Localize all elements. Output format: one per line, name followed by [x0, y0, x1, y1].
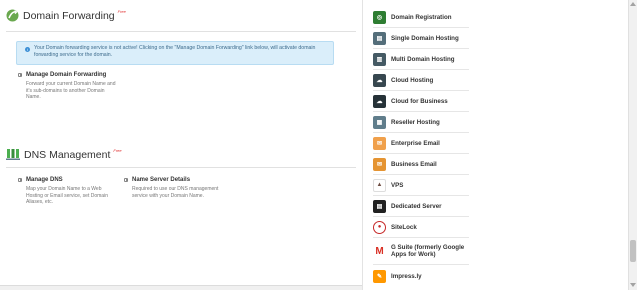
- dedicated-server-icon: ▤: [373, 199, 386, 213]
- vps-icon: ▲: [373, 178, 386, 192]
- horizontal-scrollbar[interactable]: [0, 285, 362, 290]
- scrollbar-thumb[interactable]: [630, 240, 636, 262]
- sitelock-icon: ●: [373, 220, 386, 234]
- globe-icon: ◎: [373, 10, 386, 24]
- sidebar-item-g-suite[interactable]: M G Suite (formerly Google Apps for Work…: [373, 238, 469, 265]
- scroll-up-arrow-icon[interactable]: [630, 2, 636, 6]
- divider: [6, 31, 356, 32]
- main-panel: Domain Forwarding Free i Your Domain for…: [0, 0, 362, 290]
- dns-management-title: DNS Management: [24, 148, 111, 161]
- item-label[interactable]: Manage Domain Forwarding: [26, 72, 106, 78]
- sidebar-item-dedicated-server[interactable]: ▤ Dedicated Server: [373, 196, 469, 217]
- sidebar-item-sitelock[interactable]: ● SiteLock: [373, 217, 469, 238]
- sidebar-item-domain-registration[interactable]: ◎ Domain Registration: [373, 7, 469, 28]
- manage-dns-link[interactable]: Manage DNS Map your Domain Name to a Web…: [18, 177, 118, 211]
- product-sidebar: ◎ Domain Registration ▤ Single Domain Ho…: [362, 0, 628, 290]
- forwarding-icon: [6, 9, 19, 22]
- sidebar-item-business-email[interactable]: ✉ Business Email: [373, 154, 469, 175]
- sidebar-item-reseller-hosting[interactable]: ▦ Reseller Hosting: [373, 112, 469, 133]
- envelope-icon: ✉: [373, 157, 386, 171]
- divider: [6, 167, 356, 168]
- sidebar-item-cloud-for-business[interactable]: ☁ Cloud for Business: [373, 91, 469, 112]
- sidebar-item-impressly[interactable]: ✎ Impress.ly: [373, 266, 469, 287]
- server-icon: ▤: [373, 31, 386, 45]
- dns-network-icon: [6, 149, 20, 160]
- scroll-down-arrow-icon[interactable]: [630, 283, 636, 287]
- item-label[interactable]: Name Server Details: [132, 177, 190, 183]
- reseller-server-icon: ▦: [373, 115, 386, 129]
- item-description: Forward your current Domain Name and it'…: [26, 81, 116, 100]
- info-icon: i: [25, 47, 30, 52]
- sidebar-item-cloud-hosting[interactable]: ☁ Cloud Hosting: [373, 70, 469, 91]
- sidebar-item-multi-domain-hosting[interactable]: ▥ Multi Domain Hosting: [373, 49, 469, 70]
- sidebar-item-single-domain-hosting[interactable]: ▤ Single Domain Hosting: [373, 28, 469, 49]
- item-label[interactable]: Manage DNS: [26, 177, 63, 183]
- sidebar-item-enterprise-email[interactable]: ✉ Enterprise Email: [373, 133, 469, 154]
- cloud-monitor-icon: ☁: [373, 94, 386, 108]
- name-server-details-link[interactable]: Name Server Details Required to use our …: [124, 177, 224, 211]
- sidebar-item-vps[interactable]: ▲ VPS: [373, 175, 469, 196]
- gmail-icon: M: [373, 244, 386, 258]
- dns-management-free-badge: Free: [113, 148, 122, 153]
- dns-management-header: DNS Management Free: [6, 148, 122, 161]
- impressly-icon: ✎: [373, 270, 386, 283]
- item-description: Map your Domain Name to a Web Hosting or…: [26, 186, 108, 205]
- envelope-icon: ✉: [373, 136, 386, 150]
- arrow-icon: [124, 178, 128, 182]
- item-description: Required to use our DNS management servi…: [132, 186, 219, 199]
- vertical-scrollbar[interactable]: [628, 0, 637, 290]
- arrow-icon: [18, 178, 22, 182]
- domain-forwarding-header: Domain Forwarding Free: [6, 9, 126, 22]
- arrow-icon: [18, 73, 22, 77]
- multi-server-icon: ▥: [373, 52, 386, 66]
- forwarding-inactive-alert: i Your Domain forwarding service is not …: [16, 41, 334, 65]
- cloud-monitor-icon: ☁: [373, 73, 386, 87]
- alert-message: Your Domain forwarding service is not ac…: [34, 45, 316, 58]
- domain-forwarding-free-badge: Free: [117, 9, 126, 14]
- domain-forwarding-title: Domain Forwarding: [23, 9, 115, 22]
- manage-domain-forwarding-link[interactable]: Manage Domain Forwarding Forward your cu…: [18, 72, 128, 106]
